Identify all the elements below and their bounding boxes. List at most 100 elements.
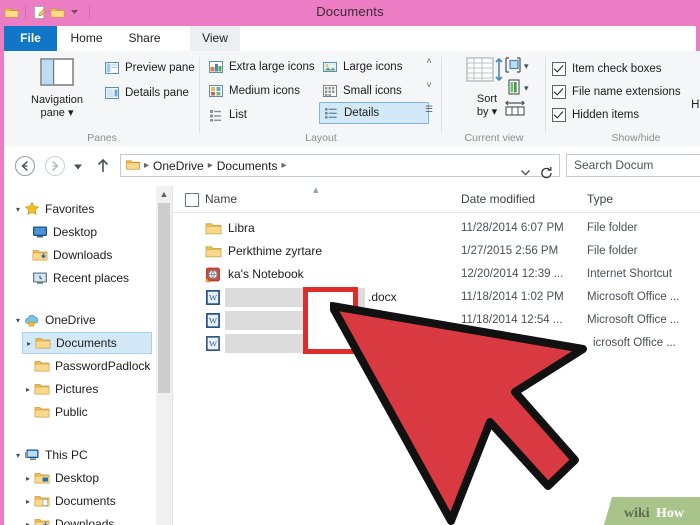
breadcrumb-sep-0: ▸ (144, 160, 150, 171)
file-date: 11/18/2014 12:54 ... (461, 314, 563, 326)
sidebar-item-documents-onedrive[interactable]: ▸ Documents (22, 332, 152, 354)
red-highlight-fill (308, 292, 353, 349)
preview-pane-button[interactable]: Preview pane (104, 58, 195, 78)
layout-small-icons[interactable]: Small icons (322, 81, 402, 101)
this-pc-expander-icon[interactable]: ▾ (12, 451, 24, 460)
address-bar-left-edge (0, 146, 4, 186)
nav-pane-line2: pane (40, 107, 65, 119)
size-columns-to-fit-button[interactable] (504, 99, 528, 120)
recent-locations-dropdown[interactable] (70, 155, 86, 177)
details-pane-button[interactable]: Details pane (104, 83, 189, 103)
item-check-boxes-box-icon[interactable] (552, 61, 566, 76)
tab-home[interactable]: Home (57, 26, 116, 51)
content-area: ▾ Favorites Desktop Downloads Recent pla… (0, 186, 700, 525)
add-columns-button[interactable]: ▾ (504, 56, 529, 77)
desktop-pc-expander-icon[interactable]: ▸ (22, 474, 34, 483)
tab-file[interactable]: File (4, 26, 57, 51)
hidden-items-checkbox[interactable]: Hidden items (552, 105, 639, 124)
breadcrumb-sep-2[interactable]: ▸ (280, 160, 287, 171)
table-row[interactable]: W .docx 11/18/2014 1:02 PM Microsoft Off… (173, 286, 700, 309)
pictures-expander-icon[interactable]: ▸ (22, 385, 34, 394)
table-row[interactable]: ka's Notebook 12/20/2014 12:39 ... Inter… (173, 263, 700, 286)
breadcrumb-sep-1[interactable]: ▸ (207, 160, 214, 171)
sidebar-item-pictures[interactable]: ▸ Pictures (22, 378, 98, 400)
sidebar-item-public[interactable]: Public (34, 401, 88, 423)
tab-strip-filler-right (240, 26, 696, 51)
tab-view[interactable]: View (190, 26, 240, 51)
table-row[interactable]: W ne.docx 11/18/2014 12:54 ... Microsoft… (173, 309, 700, 332)
sidebar-item-desktop-pc[interactable]: ▸ Desktop (22, 467, 99, 489)
sidebar-item-recent-places[interactable]: Recent places (32, 267, 129, 289)
navigation-pane-button[interactable]: Navigation pane ▾ (18, 55, 96, 125)
hide-selected-items-button[interactable]: Hi (691, 99, 700, 111)
breadcrumb-item-onedrive[interactable]: OneDrive (150, 159, 207, 173)
sidebar-scroll-up-icon[interactable]: ▲ (156, 186, 172, 203)
ribbon-group-panes: Navigation pane ▾ Preview pane Details p… (4, 51, 200, 146)
hidden-items-box-icon[interactable] (552, 107, 566, 122)
sidebar-item-this-pc[interactable]: ▾ This PC (12, 444, 88, 466)
sidebar-item-passwordpadlock[interactable]: PasswordPadlock (34, 355, 150, 377)
table-row[interactable]: Perkthime zyrtare 1/27/2015 2:56 PM File… (173, 240, 700, 263)
breadcrumb-item-documents[interactable]: Documents (214, 159, 281, 173)
watermark-wiki: wiki (624, 506, 650, 521)
tab-share[interactable]: Share (116, 26, 173, 51)
group-by-dropdown-icon[interactable]: ▾ (524, 83, 529, 94)
select-all-checkbox[interactable] (185, 193, 199, 207)
layout-scroll-down-icon[interactable]: ˅ (426, 81, 431, 90)
small-icons-icon (322, 83, 338, 99)
file-date: 12/20/2014 12:39 ... (461, 268, 564, 280)
layout-gallery-scroll[interactable]: ˄ ˅ ☰ (422, 57, 436, 114)
item-check-boxes-checkbox[interactable]: Item check boxes (552, 59, 661, 78)
sidebar-item-downloads-pc[interactable]: ▸ Downloads (22, 513, 114, 525)
ribbon-group-layout: Extra large icons Medium icons List Larg… (200, 51, 442, 146)
layout-list[interactable]: List (208, 105, 247, 125)
layout-large-icons[interactable]: Large icons (322, 57, 402, 77)
refresh-button[interactable] (540, 166, 553, 183)
layout-scroll-up-icon[interactable]: ˄ (426, 57, 431, 66)
layout-medium-icons[interactable]: Medium icons (208, 81, 300, 101)
column-header-name[interactable]: Name (205, 186, 237, 212)
column-header-type[interactable]: Type (587, 186, 613, 212)
search-input[interactable]: Search Docum (566, 154, 700, 177)
hidden-items-label: Hidden items (572, 108, 640, 121)
layout-details[interactable]: Details (319, 102, 429, 124)
tab-strip-filler (173, 26, 190, 51)
breadcrumb-dropdown-icon[interactable] (520, 168, 531, 179)
ribbon-group-current-view: Sort by ▾ ▾ ▾ Current view (442, 51, 546, 146)
sidebar-item-desktop[interactable]: Desktop (32, 221, 97, 243)
downloads-pc-expander-icon[interactable]: ▸ (22, 520, 34, 525)
forward-button[interactable] (44, 155, 66, 177)
breadcrumb[interactable]: ▸ OneDrive ▸ Documents ▸ (120, 154, 560, 179)
sidebar-label-downloads-pc: Downloads (55, 517, 115, 525)
add-columns-dropdown-icon[interactable]: ▾ (524, 61, 529, 72)
navigation-pane-icon (35, 57, 79, 91)
group-by-button[interactable]: ▾ (504, 77, 529, 100)
sort-by-dropdown-icon[interactable]: ▾ (492, 106, 498, 118)
sidebar-scrollbar[interactable]: ▲ (156, 186, 172, 525)
layout-scroll-more-icon[interactable]: ☰ (425, 105, 433, 114)
sidebar-label-documents-onedrive: Documents (56, 336, 117, 350)
sidebar-scroll-thumb[interactable] (158, 203, 170, 393)
column-header-date-modified[interactable]: Date modified (461, 186, 535, 212)
favorites-expander-icon[interactable]: ▾ (12, 205, 24, 214)
sidebar-item-favorites[interactable]: ▾ Favorites (12, 198, 94, 220)
onedrive-expander-icon[interactable]: ▾ (12, 316, 24, 325)
table-row[interactable]: Libra 11/28/2014 6:07 PM File folder (173, 217, 700, 240)
file-name-extensions-checkbox[interactable]: File name extensions (552, 82, 681, 101)
back-button[interactable] (14, 155, 36, 177)
folder-icon (205, 220, 222, 237)
sidebar-item-downloads[interactable]: Downloads (32, 244, 112, 266)
up-button[interactable] (94, 155, 112, 177)
table-row[interactable]: W doc icrosoft Office ... (173, 332, 700, 355)
sidebar-item-documents-pc[interactable]: ▸ Documents (22, 490, 116, 512)
documents-pc-expander-icon[interactable]: ▸ (22, 497, 34, 506)
sidebar-item-onedrive[interactable]: ▾ OneDrive (12, 309, 96, 331)
file-explorer-window: Documents File Home Share View Navigatio… (0, 0, 700, 525)
ribbon: Navigation pane ▾ Preview pane Details p… (0, 51, 700, 147)
file-name-extensions-box-icon[interactable] (552, 84, 566, 99)
sidebar-label-documents-pc: Documents (55, 494, 116, 508)
layout-extra-large-icons[interactable]: Extra large icons (208, 57, 315, 77)
documents-expander-icon[interactable]: ▸ (23, 339, 35, 348)
breadcrumb-folder-icon[interactable] (125, 157, 143, 175)
nav-pane-dropdown-icon[interactable]: ▾ (68, 107, 74, 119)
